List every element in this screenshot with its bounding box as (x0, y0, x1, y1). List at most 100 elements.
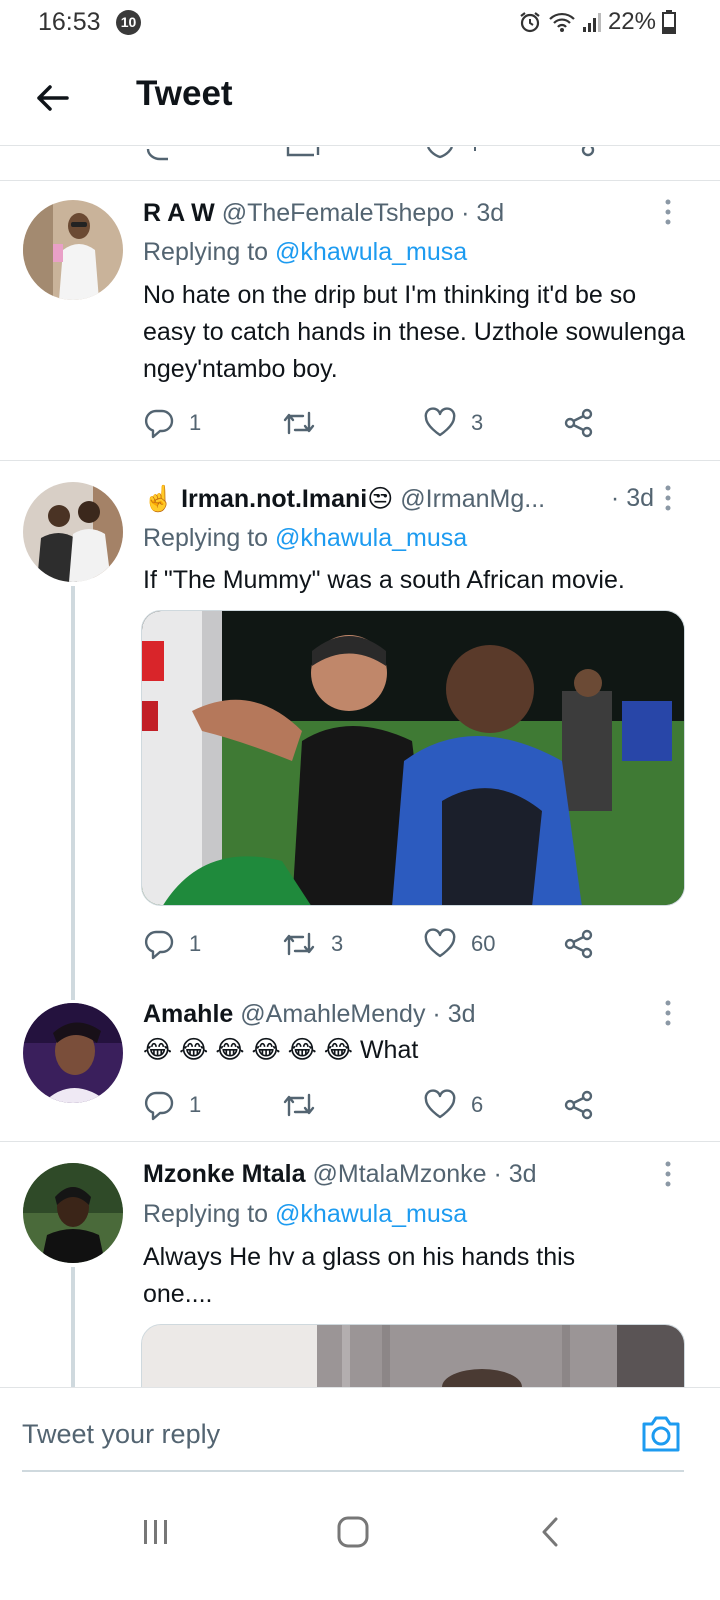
retweet-button[interactable] (281, 1085, 331, 1125)
recents-icon[interactable] (126, 1502, 186, 1562)
tweet-header: Amahle @AmahleMendy · 3d (143, 1000, 476, 1028)
tweet-mzonke[interactable]: Mzonke Mtala @MtalaMzonke · 3d Replying … (0, 1143, 720, 1387)
reply-icon (143, 1089, 175, 1121)
status-time: 16:53 (38, 8, 101, 36)
like-button[interactable]: 3 (423, 403, 483, 443)
share-icon (563, 928, 595, 960)
thread-line (71, 586, 75, 1000)
notification-count-badge: 10 (116, 10, 141, 35)
like-count: 60 (471, 931, 496, 956)
system-nav-bar (0, 1484, 720, 1600)
replying-to-label: Replying to (143, 524, 269, 552)
reply-icon (143, 928, 175, 960)
avatar[interactable] (23, 1003, 123, 1103)
reply-count: 1 (189, 1092, 202, 1117)
name-prefix-emoji: ☝️ (143, 485, 175, 513)
share-button[interactable] (563, 403, 595, 443)
tweet-time: 3d (508, 1160, 537, 1188)
tweet-text: 😂 😂 😂 😂 😂 😂 What (143, 1036, 419, 1064)
mention-link[interactable]: @khawula_musa (275, 238, 467, 266)
reply-input[interactable]: Tweet your reply (22, 1419, 220, 1450)
replying-to: Replying to @khawula_musa (143, 238, 467, 267)
share-button[interactable] (563, 924, 595, 964)
tweet-raw[interactable]: R A W @TheFemaleTshepo · 3d Replying to … (0, 181, 720, 461)
reply-composer: Tweet your reply (0, 1387, 720, 1484)
like-button[interactable]: 6 (423, 1085, 483, 1125)
retweet-count: 3 (331, 931, 344, 956)
status-bar: 16:53 10 22% (0, 0, 720, 46)
thread-line (71, 1267, 75, 1387)
replying-to: Replying to @khawula_musa (143, 1200, 467, 1229)
more-icon[interactable] (656, 484, 680, 514)
more-icon[interactable] (656, 1160, 680, 1190)
replying-to-label: Replying to (143, 1200, 269, 1228)
reply-icon (143, 407, 175, 439)
tweet-header: ☝️ Irman.not.Imani😒 @IrmanMg... (143, 484, 628, 514)
back-arrow-icon[interactable] (30, 76, 74, 120)
mention-link[interactable]: @khawula_musa (275, 524, 467, 552)
retweet-button[interactable] (281, 403, 331, 443)
mention-link[interactable]: @khawula_musa (275, 1200, 467, 1228)
replying-to: Replying to @khawula_musa (143, 524, 467, 553)
camera-icon[interactable] (640, 1414, 682, 1454)
tweet-time-wrap: · 3d (610, 484, 654, 512)
tweet-amahle[interactable]: Amahle @AmahleMendy · 3d 😂 😂 😂 😂 😂 😂 Wha… (0, 992, 720, 1142)
avatar[interactable] (23, 200, 123, 300)
share-icon (563, 1089, 595, 1121)
tweet-time: 3d (476, 199, 505, 227)
tweet-actions: 1 3 (143, 403, 663, 443)
share-icon (563, 407, 595, 439)
signal-icon (582, 11, 602, 33)
author-name[interactable]: Amahle (143, 1000, 233, 1028)
tweet-header: R A W @TheFemaleTshepo · 3d (143, 199, 505, 227)
tweet-text: Always He hv a glass on his hands this o… (143, 1243, 576, 1308)
reply-button[interactable]: 1 (143, 1085, 201, 1125)
like-button[interactable]: 60 (423, 924, 495, 964)
more-icon[interactable] (656, 999, 680, 1029)
share-button[interactable] (563, 1085, 595, 1125)
home-icon[interactable] (323, 1502, 383, 1562)
author-name[interactable]: R A W (143, 199, 215, 227)
reply-button[interactable]: 1 (143, 924, 201, 964)
retweet-icon (281, 928, 317, 960)
like-icon (423, 1089, 457, 1121)
reply-count: 1 (189, 410, 202, 435)
replying-to-label: Replying to (143, 238, 269, 266)
name-suffix-emoji: 😒 (367, 485, 394, 513)
reply-button[interactable]: 1 (143, 403, 201, 443)
tweet-actions: 1 3 60 (143, 924, 663, 964)
like-count: 3 (471, 410, 484, 435)
like-icon (423, 407, 457, 439)
author-handle[interactable]: @IrmanMg... (400, 485, 545, 513)
previous-tweet-actions (0, 147, 720, 181)
author-handle[interactable]: @MtalaMzonke (312, 1160, 486, 1188)
top-app-bar: Tweet (0, 46, 720, 146)
tweet-time: 3d (447, 1000, 476, 1028)
page-title: Tweet (136, 74, 233, 113)
author-name[interactable]: Mzonke Mtala (143, 1160, 306, 1188)
tweet-photo[interactable] (141, 1324, 685, 1387)
avatar[interactable] (23, 482, 123, 582)
retweet-icon (281, 407, 317, 439)
more-icon[interactable] (656, 198, 680, 228)
avatar[interactable] (23, 1163, 123, 1263)
tweet-photo[interactable] (141, 610, 685, 906)
author-name[interactable]: Irman.not.Imani (181, 485, 367, 513)
tweet-text: If "The Mummy" was a south African movie… (143, 566, 625, 594)
tweet-irman[interactable]: ☝️ Irman.not.Imani😒 @IrmanMg... · 3d Rep… (0, 462, 720, 1000)
reply-underline (22, 1470, 684, 1472)
nav-back-icon[interactable] (520, 1502, 580, 1562)
reply-count: 1 (189, 931, 202, 956)
author-handle[interactable]: @AmahleMendy (240, 1000, 425, 1028)
tweet-text: No hate on the drip but I'm thinking it'… (143, 281, 686, 383)
tweet-time: 3d (626, 484, 654, 512)
retweet-icon (281, 1089, 317, 1121)
retweet-button[interactable]: 3 (281, 924, 343, 964)
tweet-header: Mzonke Mtala @MtalaMzonke · 3d (143, 1160, 537, 1188)
battery-percent: 22% (607, 8, 656, 35)
author-handle[interactable]: @TheFemaleTshepo (222, 199, 454, 227)
tweet-actions: 1 6 (143, 1085, 663, 1125)
wifi-icon (548, 10, 576, 34)
like-count: 6 (471, 1092, 484, 1117)
battery-icon (662, 10, 676, 34)
